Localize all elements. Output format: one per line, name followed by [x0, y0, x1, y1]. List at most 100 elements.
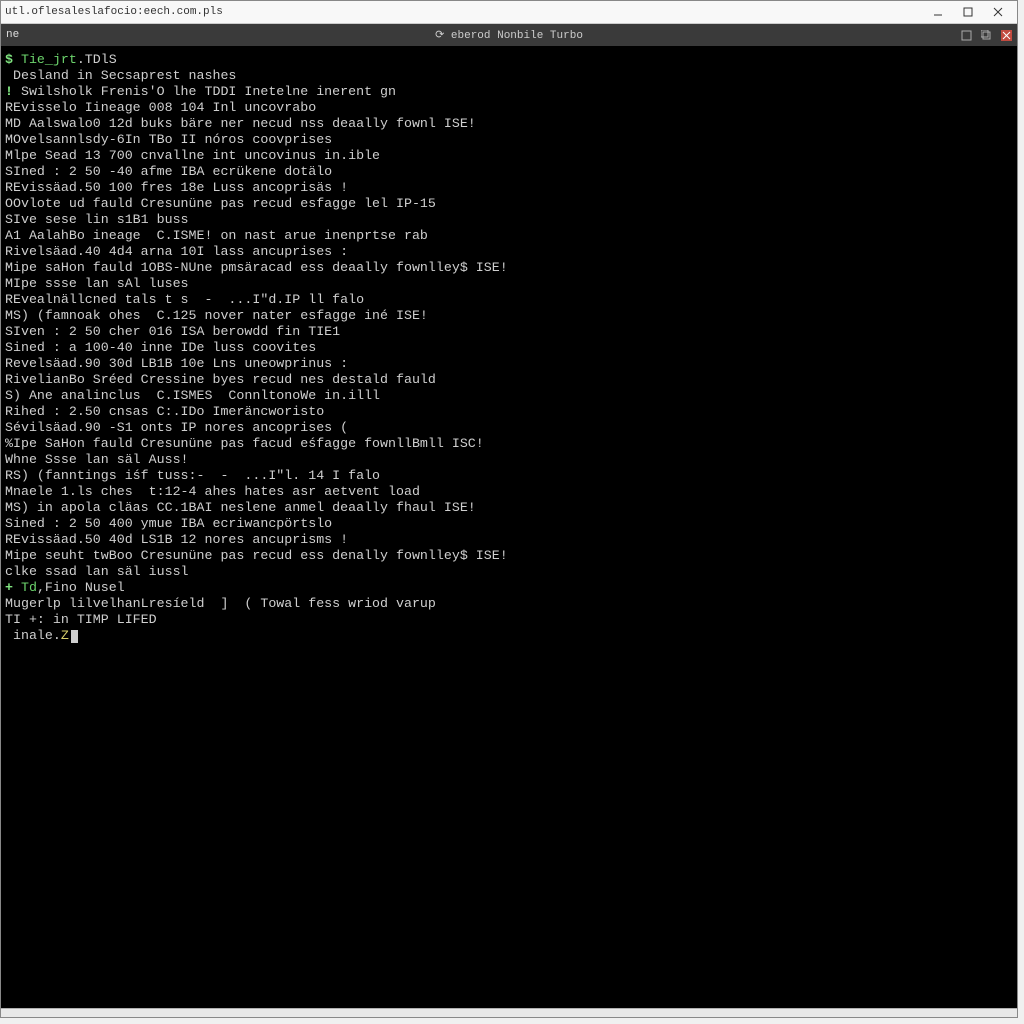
terminal-line: S) Ane analinclus C.ISMES ConnltonoWe in…	[5, 388, 1013, 404]
terminal-text: SIven : 2 50 cher 016 ISA berowdd fin TI…	[5, 324, 340, 339]
terminal-text: .TDlS	[77, 52, 117, 67]
terminal-line: SIve sese lin s1B1 buss	[5, 212, 1013, 228]
terminal-line: OOvlote ud fauld Cresunüne pas recud esf…	[5, 196, 1013, 212]
app-window: utl.oflesaleslafocio:eech.com.pls ne ⟳ e…	[0, 0, 1018, 1018]
terminal-text: Sined : 2 50 400 ymue IBA ecriwancpörtsl…	[5, 516, 332, 531]
address-text: utl.oflesaleslafocio:eech.com.pls	[5, 6, 223, 18]
terminal-line: MS) (famnoak ohes C.125 nover nater esfa…	[5, 308, 1013, 324]
terminal-text: MIpe ssse lan sAl luses	[5, 276, 189, 291]
terminal-line: MOvelsannlsdy-6In TBo II nóros coovprise…	[5, 132, 1013, 148]
terminal-line: MS) in apola cläas CC.1BAI neslene anmel…	[5, 500, 1013, 516]
terminal-line: SIven : 2 50 cher 016 ISA berowdd fin TI…	[5, 324, 1013, 340]
terminal-line: REvisselo Iineage 008 104 Inl uncovrabo	[5, 100, 1013, 116]
terminal-line: REvealnällcned tals t s - ...I"d.IP ll f…	[5, 292, 1013, 308]
terminal-tabbar: ne ⟳ eberod Nonbile Turbo	[1, 24, 1017, 46]
terminal-line: MD Aalswalo0 12d buks bäre ner necud nss…	[5, 116, 1013, 132]
terminal-line: Sined : a 100-40 inne IDe luss coovites	[5, 340, 1013, 356]
terminal-output[interactable]: $ Tie_jrt.TDlS Desland in Secsaprest nas…	[1, 46, 1017, 1008]
terminal-text: REvissäad.50 100 fres 18e Luss ancoprisä…	[5, 180, 348, 195]
minimize-icon	[933, 7, 943, 17]
terminal-text: RivelianBo Sréed Cressine byes recud nes…	[5, 372, 436, 387]
terminal-text: MOvelsannlsdy-6In TBo II nóros coovprise…	[5, 132, 332, 147]
terminal-line: clke ssad lan säl iussl	[5, 564, 1013, 580]
terminal-text: MS) in apola cläas CC.1BAI neslene anmel…	[5, 500, 476, 515]
terminal-line: TI +: in TIMP LIFED	[5, 612, 1013, 628]
terminal-line: REvissäad.50 40d LS1B 12 nores ancuprism…	[5, 532, 1013, 548]
terminal-text: Mnaele 1.ls ches t:12-4 ahes hates asr a…	[5, 484, 420, 499]
terminal-line: Mlpe Sead 13 700 cnvallne int uncovinus …	[5, 148, 1013, 164]
terminal-text: Whne Ssse lan säl Auss!	[5, 452, 189, 467]
terminal-text: REvissäad.50 40d LS1B 12 nores ancuprism…	[5, 532, 348, 547]
terminal-text: S) Ane analinclus C.ISMES ConnltonoWe in…	[5, 388, 380, 403]
terminal-line: A1 AalahBo ineage C.ISME! on nast arue i…	[5, 228, 1013, 244]
terminal-text: MD Aalswalo0 12d buks bäre ner necud nss…	[5, 116, 476, 131]
terminal-line: %Ipe SaHon fauld Cresunüne pas facud eśf…	[5, 436, 1013, 452]
close-icon	[993, 7, 1003, 17]
tab-close-icon	[1001, 30, 1012, 41]
minimize-button[interactable]	[923, 3, 953, 21]
terminal-text: Desland in Secsaprest nashes	[5, 68, 236, 83]
terminal-line: RS) (fanntings iśf tuss:- - ...I"l. 14 I…	[5, 468, 1013, 484]
window-footer	[1, 1008, 1017, 1017]
terminal-line: Mipe seuht twBoo Cresunüne pas recud ess…	[5, 548, 1013, 564]
close-button[interactable]	[983, 3, 1013, 21]
terminal-text: +	[5, 580, 21, 595]
terminal-text: Rihed : 2.50 cnsas C:.IDo Imeräncworisto	[5, 404, 324, 419]
terminal-line: MIpe ssse lan sAl luses	[5, 276, 1013, 292]
terminal-line: Revelsäad.90 30d LB1B 10e Lns uneowprinu…	[5, 356, 1013, 372]
terminal-text: %Ipe SaHon fauld Cresunüne pas facud eśf…	[5, 436, 484, 451]
terminal-text: Rivelsäad.40 4d4 arna 10I lass ancuprise…	[5, 244, 348, 259]
copy-icon	[981, 30, 992, 41]
terminal-text: clke ssad lan säl iussl	[5, 564, 189, 579]
terminal-text: Td	[21, 580, 37, 595]
terminal-text: Mipe seuht twBoo Cresunüne pas recud ess…	[5, 548, 508, 563]
tab-left-stub: ne	[1, 29, 19, 41]
terminal-text: TI +: in TIMP LIFED	[5, 612, 157, 627]
maximize-button[interactable]	[953, 3, 983, 21]
terminal-text: MS) (famnoak ohes C.125 nover nater esfa…	[5, 308, 428, 323]
terminal-text: Sévilsäad.90 -S1 onts IP nores ancoprise…	[5, 420, 348, 435]
terminal-line: ! Swilsholk Frenis'O lhe TDDI Inetelne i…	[5, 84, 1013, 100]
terminal-text: RS) (fanntings iśf tuss:- - ...I"l. 14 I…	[5, 468, 380, 483]
tab-title: ⟳ eberod Nonbile Turbo	[435, 28, 583, 42]
terminal-text: Sined : a 100-40 inne IDe luss coovites	[5, 340, 316, 355]
maximize-icon	[963, 7, 973, 17]
terminal-line: SIned : 2 50 -40 afme IBA ecrükene dotäl…	[5, 164, 1013, 180]
terminal-text: inale.	[5, 628, 61, 643]
terminal-text: A1 AalahBo ineage C.ISME! on nast arue i…	[5, 228, 428, 243]
terminal-line: inale.Z	[5, 628, 1013, 644]
terminal-cursor	[71, 630, 78, 643]
terminal-text: REvisselo Iineage 008 104 Inl uncovrabo	[5, 100, 316, 115]
terminal-line: Sévilsäad.90 -S1 onts IP nores ancoprise…	[5, 420, 1013, 436]
tab-action-2[interactable]	[979, 28, 993, 42]
tab-action-1[interactable]	[959, 28, 973, 42]
terminal-line: + Td,Fino Nusel	[5, 580, 1013, 596]
terminal-line: $ Tie_jrt.TDlS	[5, 52, 1013, 68]
terminal-text: Mugerlp lilvelhanLresíeld ] ( Towal fess…	[5, 596, 436, 611]
terminal-text: SIve sese lin s1B1 buss	[5, 212, 189, 227]
window-titlebar: utl.oflesaleslafocio:eech.com.pls	[1, 1, 1017, 24]
tab-close-button[interactable]	[999, 28, 1013, 42]
terminal-text: Mipe saHon fauld 1OBS-NUne pmsäracad ess…	[5, 260, 508, 275]
terminal-line: Rihed : 2.50 cnsas C:.IDo Imeräncworisto	[5, 404, 1013, 420]
terminal-text: ,Fino Nusel	[37, 580, 125, 595]
terminal-line: Mugerlp lilvelhanLresíeld ] ( Towal fess…	[5, 596, 1013, 612]
terminal-line: Mipe saHon fauld 1OBS-NUne pmsäracad ess…	[5, 260, 1013, 276]
terminal-line: REvissäad.50 100 fres 18e Luss ancoprisä…	[5, 180, 1013, 196]
terminal-text: Mlpe Sead 13 700 cnvallne int uncovinus …	[5, 148, 380, 163]
terminal-text: Swilsholk Frenis'O lhe TDDI Inetelne ine…	[21, 84, 396, 99]
terminal-line: Sined : 2 50 400 ymue IBA ecriwancpörtsl…	[5, 516, 1013, 532]
terminal-text: Tie_jrt	[21, 52, 77, 67]
terminal-line: Whne Ssse lan säl Auss!	[5, 452, 1013, 468]
terminal-text: !	[5, 84, 21, 99]
terminal-line: RivelianBo Sréed Cressine byes recud nes…	[5, 372, 1013, 388]
terminal-line: Rivelsäad.40 4d4 arna 10I lass ancuprise…	[5, 244, 1013, 260]
terminal-text: REvealnällcned tals t s - ...I"d.IP ll f…	[5, 292, 364, 307]
square-icon	[961, 30, 972, 41]
terminal-line: Desland in Secsaprest nashes	[5, 68, 1013, 84]
terminal-text: SIned : 2 50 -40 afme IBA ecrükene dotäl…	[5, 164, 332, 179]
terminal-text: Revelsäad.90 30d LB1B 10e Lns uneowprinu…	[5, 356, 348, 371]
terminal-text: $	[5, 52, 21, 67]
terminal-line: Mnaele 1.ls ches t:12-4 ahes hates asr a…	[5, 484, 1013, 500]
tab-right-icons	[959, 28, 1013, 42]
